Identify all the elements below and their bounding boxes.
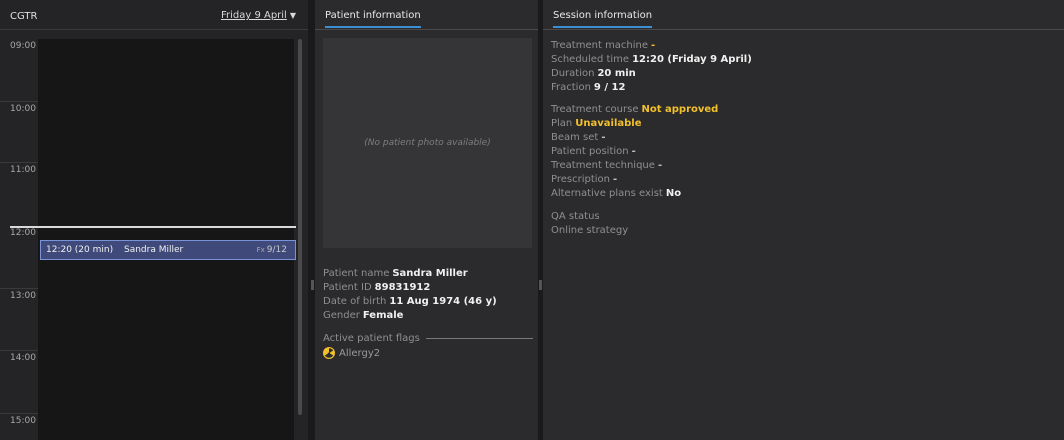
patient-header: Patient information [315, 0, 538, 30]
hour-label: 14:00 [10, 353, 36, 363]
hour-divider [0, 350, 38, 351]
gender-row: Gender Female [323, 310, 403, 321]
field-label: Patient position [551, 146, 629, 157]
field-value: - [651, 40, 656, 51]
radiation-icon [323, 347, 335, 359]
hour-divider [0, 413, 38, 414]
field-label: Patient name [323, 268, 390, 279]
fraction-label: Fx [256, 246, 265, 254]
hour-label: 12:00 [10, 228, 36, 238]
treatment-course-row: Treatment course Not approved [551, 104, 718, 115]
patient-position-row: Patient position - [551, 146, 636, 157]
hour-label: 13:00 [10, 291, 36, 301]
session-panel: Session information Treatment machine - S… [543, 0, 1064, 440]
field-value: - [601, 132, 606, 143]
field-label: Treatment machine [551, 40, 649, 51]
hour-label: 10:00 [10, 104, 36, 114]
field-value: Not approved [641, 104, 719, 115]
field-label: Date of birth [323, 296, 387, 307]
appointment-fraction: Fx 9/12 [257, 245, 287, 255]
alternative-plans-row: Alternative plans exist No [551, 188, 681, 199]
field-value: No [665, 188, 682, 199]
plan-row: Plan Unavailable [551, 118, 642, 129]
field-label: Prescription [551, 174, 610, 185]
patient-id-row: Patient ID 89831912 [323, 282, 430, 293]
field-value: Female [362, 310, 404, 321]
qa-status-row: QA status [551, 211, 600, 222]
hour-divider [0, 101, 38, 102]
field-value: 12:20 (Friday 9 April) [632, 54, 752, 65]
field-label: QA status [551, 211, 600, 222]
field-value: 9 / 12 [593, 82, 626, 93]
field-value: - [613, 174, 618, 185]
prescription-row: Prescription - [551, 174, 617, 185]
field-label: Duration [551, 68, 595, 79]
field-value: Unavailable [575, 118, 642, 129]
field-value: Sandra Miller [392, 268, 468, 279]
hour-divider [0, 288, 38, 289]
field-value: 20 min [597, 68, 636, 79]
date-label: Friday 9 April [220, 10, 287, 21]
field-label: Gender [323, 310, 360, 321]
schedule-header: CGTR Friday 9 April ▼ [0, 0, 308, 30]
splitter-handle[interactable] [539, 280, 542, 290]
session-header: Session information [543, 0, 1064, 30]
patient-panel: Patient information (No patient photo av… [315, 0, 538, 440]
field-label: Patient ID [323, 282, 372, 293]
field-label: Scheduled time [551, 54, 630, 65]
patient-photo: (No patient photo available) [323, 38, 532, 248]
field-label: Alternative plans exist [551, 188, 663, 199]
machine-label: CGTR [10, 11, 38, 22]
tab-patient-information[interactable]: Patient information [325, 10, 421, 28]
field-value: 11 Aug 1974 (46 y) [389, 296, 497, 307]
appointment-card[interactable]: 12:20 (20 min) Sandra Miller Fx 9/12 [40, 240, 296, 260]
treatment-technique-row: Treatment technique - [551, 160, 662, 171]
field-value: - [657, 160, 663, 171]
current-time-indicator [10, 226, 296, 228]
time-grid[interactable]: 09:00 10:00 11:00 12:00 13:00 14:00 15:0… [0, 31, 308, 440]
flag-item[interactable]: Allergy2 [323, 347, 380, 359]
date-of-birth-row: Date of birth 11 Aug 1974 (46 y) [323, 296, 497, 307]
hour-label: 15:00 [10, 416, 36, 426]
photo-placeholder: (No patient photo available) [364, 138, 491, 148]
beam-set-row: Beam set - [551, 132, 606, 143]
hour-divider [0, 162, 38, 163]
field-value: - [631, 146, 636, 157]
fraction-value: 9/12 [266, 245, 287, 255]
date-selector[interactable]: Friday 9 April ▼ [221, 10, 296, 21]
hour-label: 09:00 [10, 41, 36, 51]
flags-title: Active patient flags [323, 333, 420, 344]
appointment-patient: Sandra Miller [123, 245, 184, 255]
flags-divider [425, 338, 533, 339]
patient-name-row: Patient name Sandra Miller [323, 268, 468, 279]
schedule-panel: CGTR Friday 9 April ▼ 09:00 10:00 11:00 1… [0, 0, 308, 440]
schedule-scrollbar[interactable] [298, 39, 302, 415]
field-label: Treatment technique [551, 160, 655, 171]
tab-session-information[interactable]: Session information [553, 10, 653, 28]
hour-label: 11:00 [10, 165, 36, 175]
field-label: Online strategy [551, 225, 629, 236]
scheduled-time-row: Scheduled time 12:20 (Friday 9 April) [551, 54, 752, 65]
fraction-row: Fraction 9 / 12 [551, 82, 625, 93]
flags-header: Active patient flags [323, 333, 533, 344]
field-label: Treatment course [551, 104, 639, 115]
appointment-time: 12:20 (20 min) [46, 245, 114, 255]
splitter-handle[interactable] [311, 280, 314, 290]
flag-name: Allergy2 [339, 347, 381, 359]
field-label: Beam set [551, 132, 599, 143]
field-label: Fraction [551, 82, 591, 93]
online-strategy-row: Online strategy [551, 225, 628, 236]
treatment-machine-row: Treatment machine - [551, 40, 655, 51]
duration-row: Duration 20 min [551, 68, 636, 79]
chevron-down-icon: ▼ [289, 11, 296, 20]
field-value: 89831912 [374, 282, 431, 293]
field-label: Plan [551, 118, 573, 129]
